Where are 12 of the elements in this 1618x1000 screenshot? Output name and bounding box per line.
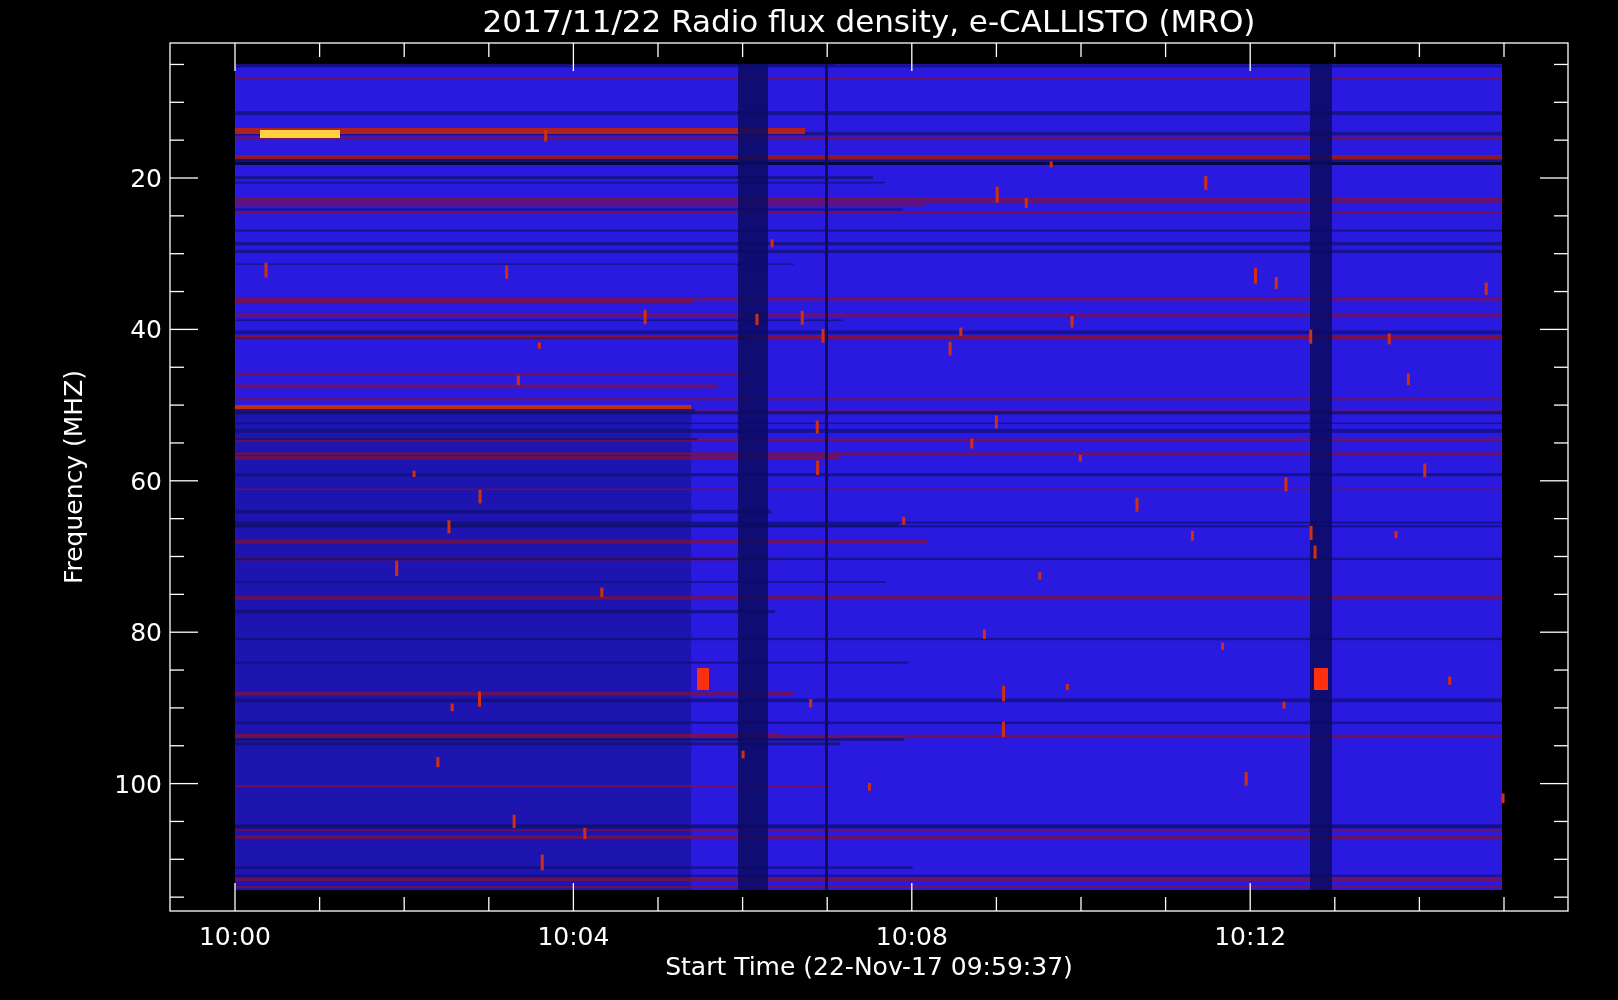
- x-tick-label: 10:00: [199, 922, 271, 951]
- chart-title: 2017/11/22 Radio flux density, e-CALLISTO (MRO): [482, 3, 1256, 39]
- y-tick-label: 60: [130, 466, 162, 496]
- x-tick-label: 10:04: [537, 922, 610, 951]
- y-axis-label: Frequency (MHZ): [59, 369, 88, 585]
- y-tick-label: 40: [130, 315, 162, 345]
- y-tick-label: 80: [130, 618, 162, 648]
- x-tick-label: 10:12: [1214, 922, 1287, 951]
- y-tick-label: 100: [114, 769, 162, 799]
- y-tick-label: 20: [130, 164, 162, 193]
- x-tick-label: 10:08: [875, 922, 948, 951]
- x-axis-label: Start Time (22-Nov-17 09:59:37): [665, 952, 1073, 981]
